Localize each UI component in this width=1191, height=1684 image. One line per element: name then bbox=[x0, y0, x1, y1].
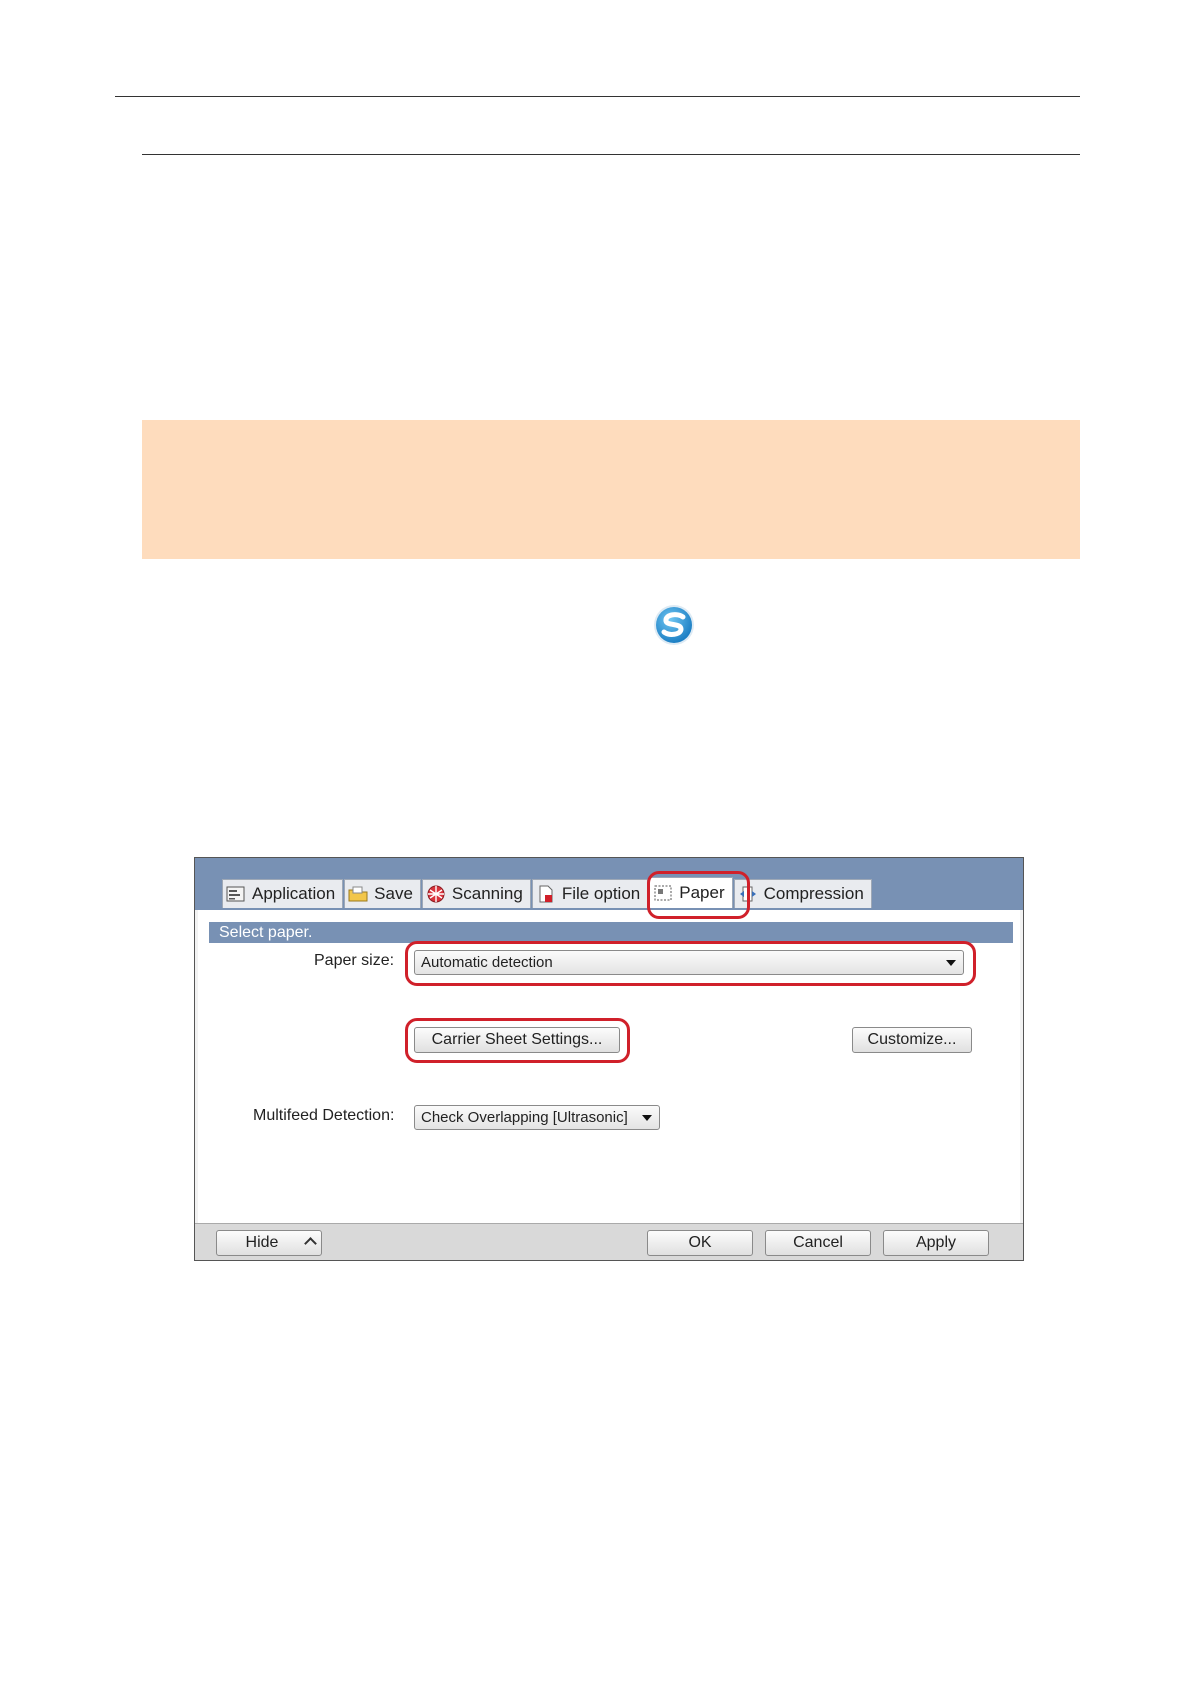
application-icon bbox=[226, 886, 245, 902]
scan-settings-dialog: Application Save Scanning File option Pa… bbox=[194, 857, 1024, 1261]
cancel-button[interactable]: Cancel bbox=[765, 1230, 871, 1256]
scanning-icon bbox=[427, 885, 445, 903]
chevron-up-icon bbox=[304, 1237, 317, 1250]
tab-scanning[interactable]: Scanning bbox=[421, 879, 531, 908]
tab-compression-label: Compression bbox=[763, 884, 864, 903]
folder-icon bbox=[348, 886, 368, 902]
highlight-carrier-sheet bbox=[405, 1018, 630, 1063]
tab-save-label: Save bbox=[374, 884, 413, 903]
customize-button[interactable]: Customize... bbox=[852, 1027, 972, 1053]
highlight-paper-tab bbox=[647, 871, 750, 919]
ok-button[interactable]: OK bbox=[647, 1230, 753, 1256]
dialog-button-bar: Hide OK Cancel Apply bbox=[195, 1223, 1023, 1260]
multifeed-detection-label: Multifeed Detection: bbox=[253, 1107, 395, 1124]
tab-list: Application Save Scanning File option Pa… bbox=[222, 877, 873, 910]
hide-button-label: Hide bbox=[245, 1234, 279, 1251]
paper-size-label: Paper size: bbox=[314, 952, 395, 969]
note-box bbox=[142, 420, 1080, 559]
paper-settings-panel: Select paper. Paper size: Automatic dete… bbox=[198, 910, 1020, 1223]
highlight-paper-size bbox=[405, 941, 976, 986]
header-rule-second bbox=[142, 154, 1080, 155]
section-title: Select paper. bbox=[209, 922, 1013, 943]
hide-button[interactable]: Hide bbox=[216, 1230, 322, 1256]
tab-save[interactable]: Save bbox=[344, 879, 421, 908]
tab-scanning-label: Scanning bbox=[451, 884, 523, 903]
tab-file-option-label: File option bbox=[561, 884, 641, 903]
multifeed-detection-select[interactable]: Check Overlapping [Ultrasonic] bbox=[414, 1105, 660, 1130]
file-option-icon bbox=[539, 885, 553, 903]
tab-file-option[interactable]: File option bbox=[531, 879, 649, 908]
scansnap-manager-icon bbox=[654, 605, 694, 645]
header-rule-top bbox=[115, 96, 1080, 97]
tab-application[interactable]: Application bbox=[222, 879, 344, 908]
tab-compression[interactable]: Compression bbox=[733, 879, 872, 908]
apply-button[interactable]: Apply bbox=[883, 1230, 989, 1256]
dialog-tab-strip: Application Save Scanning File option Pa… bbox=[195, 858, 1023, 910]
chevron-down-icon bbox=[642, 1115, 652, 1121]
multifeed-detection-value: Check Overlapping [Ultrasonic] bbox=[421, 1109, 628, 1126]
tab-application-label: Application bbox=[252, 884, 336, 903]
